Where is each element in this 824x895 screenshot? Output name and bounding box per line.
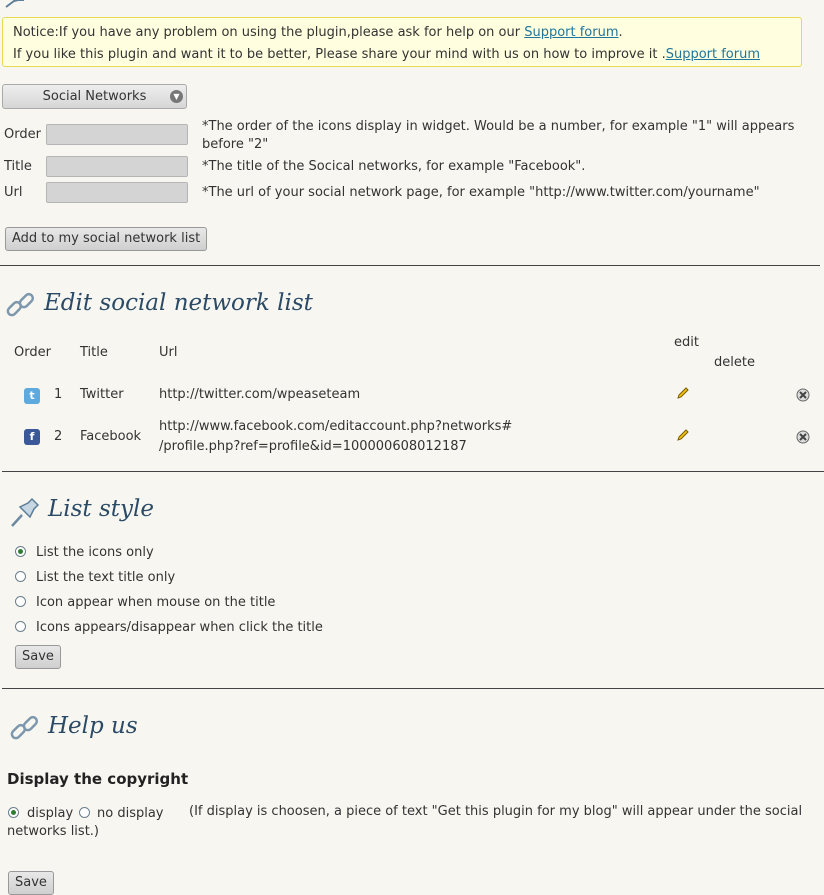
row-title: Facebook xyxy=(80,429,142,444)
notice-line-1: Notice:If you have any problem on using … xyxy=(13,25,623,41)
chain-link-icon xyxy=(6,292,35,317)
pin-icon xyxy=(5,0,24,8)
option-label: List the text title only xyxy=(36,570,176,585)
radio-icon-on-hover[interactable] xyxy=(15,596,26,607)
copyright-note-continued: networks list.) xyxy=(7,824,99,839)
row-order: 1 xyxy=(54,387,63,402)
copyright-note: (If display is choosen, a piece of text … xyxy=(189,804,803,819)
save-copyright-button[interactable]: Save xyxy=(8,871,54,895)
order-hint-line-1: *The order of the icons display in widge… xyxy=(202,119,795,134)
help-us-heading: Help us xyxy=(48,713,138,739)
social-network-select[interactable]: Social Networks ▼ xyxy=(2,84,187,109)
row-order: 2 xyxy=(54,429,63,444)
divider xyxy=(2,471,824,472)
no-display-label: no display xyxy=(97,806,164,821)
notice-text: Notice:If you have any problem on using … xyxy=(13,25,525,40)
radio-icons-only[interactable] xyxy=(15,546,26,557)
url-input[interactable] xyxy=(46,182,188,203)
radio-text-only[interactable] xyxy=(15,571,26,582)
col-url: Url xyxy=(159,345,178,360)
pencil-icon[interactable] xyxy=(676,428,690,442)
facebook-icon: f xyxy=(24,429,40,445)
col-order: Order xyxy=(14,345,51,360)
pencil-icon[interactable] xyxy=(676,386,690,400)
row-url-continued: /profile.php?ref=profile&id=100000608012… xyxy=(159,439,467,454)
order-hint-line-2: before "2" xyxy=(202,137,269,152)
chain-link-icon xyxy=(10,715,39,740)
notice-line-2: If you like this plugin and want it to b… xyxy=(13,47,760,63)
chevron-down-icon: ▼ xyxy=(170,90,183,103)
url-hint: *The url of your social network page, fo… xyxy=(202,185,760,200)
radio-icon-on-click[interactable] xyxy=(15,621,26,632)
col-edit: edit xyxy=(674,335,699,350)
support-forum-link[interactable]: Support forum xyxy=(524,25,618,40)
title-hint: *The title of the Socical networks, for … xyxy=(202,159,586,174)
support-forum-link[interactable]: Support forum xyxy=(666,47,760,62)
radio-no-display[interactable] xyxy=(79,807,90,818)
option-label: Icons appears/disappear when click the t… xyxy=(36,620,323,635)
title-input[interactable] xyxy=(46,156,188,177)
delete-icon[interactable] xyxy=(796,388,810,402)
display-label: display xyxy=(27,806,74,821)
edit-list-heading: Edit social network list xyxy=(44,290,313,316)
title-label: Title xyxy=(4,159,32,174)
twitter-icon: t xyxy=(24,388,40,404)
list-style-heading: List style xyxy=(48,496,154,522)
row-url: http://www.facebook.com/editaccount.php?… xyxy=(159,419,513,434)
select-value: Social Networks xyxy=(42,89,147,104)
divider xyxy=(2,688,824,689)
radio-display[interactable] xyxy=(8,807,19,818)
option-label: Icon appear when mouse on the title xyxy=(36,595,276,610)
notice-text: If you like this plugin and want it to b… xyxy=(13,47,666,62)
delete-icon[interactable] xyxy=(796,430,810,444)
col-delete: delete xyxy=(714,355,755,370)
pushpin-icon xyxy=(11,497,40,527)
col-title: Title xyxy=(80,345,108,360)
option-label: List the icons only xyxy=(36,545,154,560)
notice-text-end: . xyxy=(618,25,623,40)
order-label: Order xyxy=(4,127,41,142)
save-list-style-button[interactable]: Save xyxy=(15,645,61,669)
row-url: http://twitter.com/wpeaseteam xyxy=(159,387,361,402)
url-label: Url xyxy=(4,185,23,200)
order-hint: *The order of the icons display in widge… xyxy=(202,118,817,154)
copyright-subheading: Display the copyright xyxy=(7,770,189,788)
order-input[interactable] xyxy=(46,124,188,145)
add-network-button[interactable]: Add to my social network list xyxy=(5,227,208,251)
divider xyxy=(0,265,820,266)
row-title: Twitter xyxy=(80,387,124,402)
notice-box: Notice:If you have any problem on using … xyxy=(2,17,802,67)
